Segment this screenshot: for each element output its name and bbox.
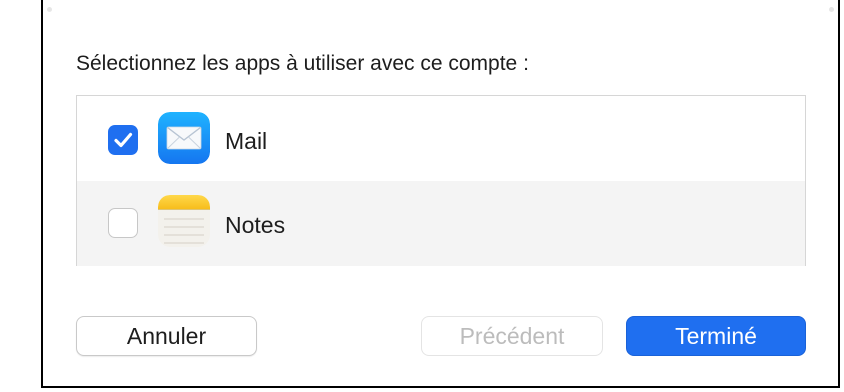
mail-checkbox[interactable] <box>108 125 138 155</box>
window-corner-dot-right <box>829 7 834 12</box>
app-row-mail[interactable]: Mail <box>77 96 805 181</box>
done-button[interactable]: Terminé <box>626 316 806 356</box>
notes-checkbox[interactable] <box>108 208 138 238</box>
mail-app-icon <box>158 112 210 164</box>
mail-app-label: Mail <box>225 128 268 154</box>
cancel-button[interactable]: Annuler <box>76 316 257 356</box>
notes-app-label: Notes <box>225 212 286 238</box>
previous-button[interactable]: Précédent <box>421 316 603 356</box>
notes-app-icon <box>158 195 210 247</box>
window-corner-dot-left <box>47 7 52 12</box>
app-row-notes[interactable]: Notes <box>77 181 805 266</box>
app-list: Mail Notes <box>76 95 806 266</box>
dialog-prompt: Sélectionnez les apps à utiliser avec ce… <box>76 52 529 75</box>
checkmark-icon <box>114 132 133 148</box>
